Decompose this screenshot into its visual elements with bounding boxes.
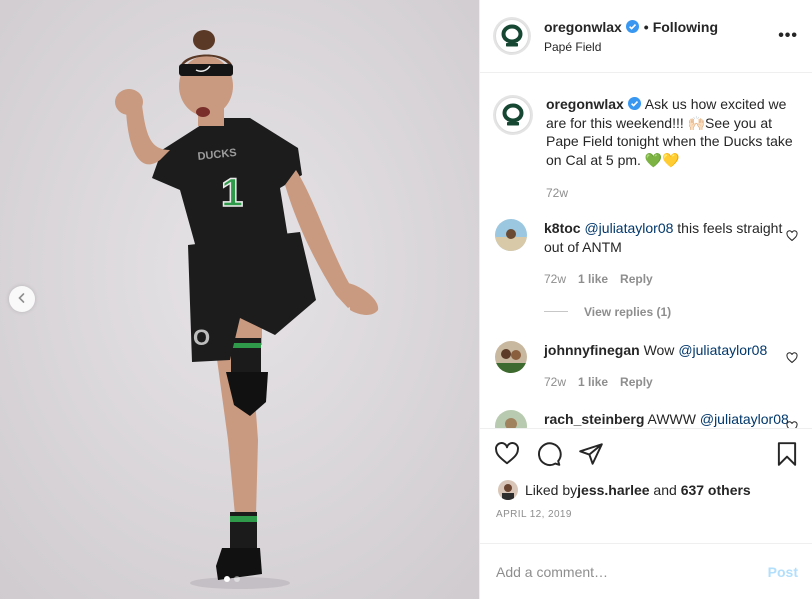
location-link[interactable]: Papé Field [544, 40, 778, 54]
replies-divider [544, 311, 568, 312]
likes-and: and [649, 482, 681, 498]
reply-button[interactable]: Reply [620, 270, 653, 289]
commenter-avatar[interactable] [495, 218, 527, 251]
oregon-logo-icon [495, 97, 531, 133]
header-username[interactable]: oregonwlax [544, 19, 622, 35]
comment-mention[interactable]: @juliataylor08 [678, 342, 767, 358]
comment-time[interactable]: 72w [544, 373, 566, 392]
post-side-panel: oregonwlax • Following Papé Field ••• or… [479, 0, 812, 599]
carousel-dot-active [224, 576, 230, 582]
comment-mention[interactable]: @juliataylor08 [584, 220, 673, 236]
likes-others[interactable]: 637 others [681, 482, 751, 498]
separator-dot: • [643, 18, 649, 35]
oregon-logo-icon [495, 19, 529, 53]
jersey-number: 1 [221, 171, 243, 215]
carousel-dots [224, 576, 240, 582]
send-icon[interactable] [578, 441, 604, 467]
comment-item: rach_steinberg AWWW @juliataylor08 [495, 409, 798, 428]
comment-item: k8toc @juliataylor08 this feels straight… [495, 218, 798, 289]
post-date[interactable]: APRIL 12, 2019 [480, 502, 812, 530]
following-button[interactable]: Following [653, 19, 718, 35]
comment-time[interactable]: 72w [544, 270, 566, 289]
post-caption: oregonwlax Ask us how excited we are for … [493, 95, 798, 203]
profile-avatar[interactable] [493, 17, 531, 55]
caption-avatar[interactable] [493, 95, 533, 135]
verified-badge-icon [627, 97, 641, 110]
comment-item: johnnyfinegan Wow @juliataylor08 72w 1 l… [495, 340, 798, 392]
comment-heart-icon[interactable] [786, 351, 798, 367]
caption-time[interactable]: 72w [546, 184, 798, 203]
caption-username[interactable]: oregonwlax [546, 96, 624, 112]
post-header: oregonwlax • Following Papé Field ••• [480, 0, 812, 73]
comment-text: AWWW [647, 410, 696, 427]
comment-heart-icon[interactable] [786, 420, 798, 428]
comment-username[interactable]: rach_steinberg [544, 411, 644, 427]
bookmark-icon[interactable] [774, 441, 800, 467]
comment-icon[interactable] [536, 441, 562, 467]
more-horizontal-icon[interactable]: ••• [778, 27, 798, 45]
liker-username[interactable]: jess.harlee [577, 482, 649, 498]
likes-summary: Liked by jess.harlee and 637 others [480, 478, 812, 502]
view-replies-button[interactable]: View replies (1) [544, 305, 798, 319]
commenter-avatar[interactable] [495, 340, 527, 373]
commenter-avatar[interactable] [495, 409, 527, 428]
comments-list[interactable]: oregonwlax Ask us how excited we are for … [480, 73, 812, 428]
shorts-logo: O [193, 325, 210, 350]
previous-slide-button[interactable] [9, 286, 35, 312]
comment-username[interactable]: k8toc [544, 220, 581, 236]
comment-input[interactable] [496, 563, 768, 580]
carousel-dot [234, 576, 240, 582]
post-comment-button[interactable]: Post [768, 564, 798, 580]
reply-button[interactable]: Reply [620, 373, 653, 392]
heart-icon[interactable] [494, 441, 520, 467]
comment-likes[interactable]: 1 like [578, 270, 608, 289]
athlete-photo: O DUCKS 1 [0, 0, 479, 599]
liker-avatar[interactable] [498, 480, 518, 500]
add-comment-bar: Post [480, 543, 812, 599]
likes-prefix: Liked by [525, 482, 578, 498]
comment-likes[interactable]: 1 like [578, 373, 608, 392]
comment-mention[interactable]: @juliataylor08 [700, 411, 789, 427]
post-photo[interactable]: O DUCKS 1 [0, 0, 479, 599]
comment-heart-icon[interactable] [786, 229, 798, 245]
verified-badge-icon [625, 20, 639, 33]
header-meta: oregonwlax • Following Papé Field [544, 19, 778, 54]
comment-text: Wow [643, 341, 679, 358]
chevron-left-icon [16, 291, 28, 307]
action-bar [480, 428, 812, 478]
comment-username[interactable]: johnnyfinegan [544, 342, 640, 358]
instagram-post: O DUCKS 1 oregonwlax • Following Papé Fi… [0, 0, 812, 599]
view-replies-label: View replies (1) [584, 304, 672, 319]
